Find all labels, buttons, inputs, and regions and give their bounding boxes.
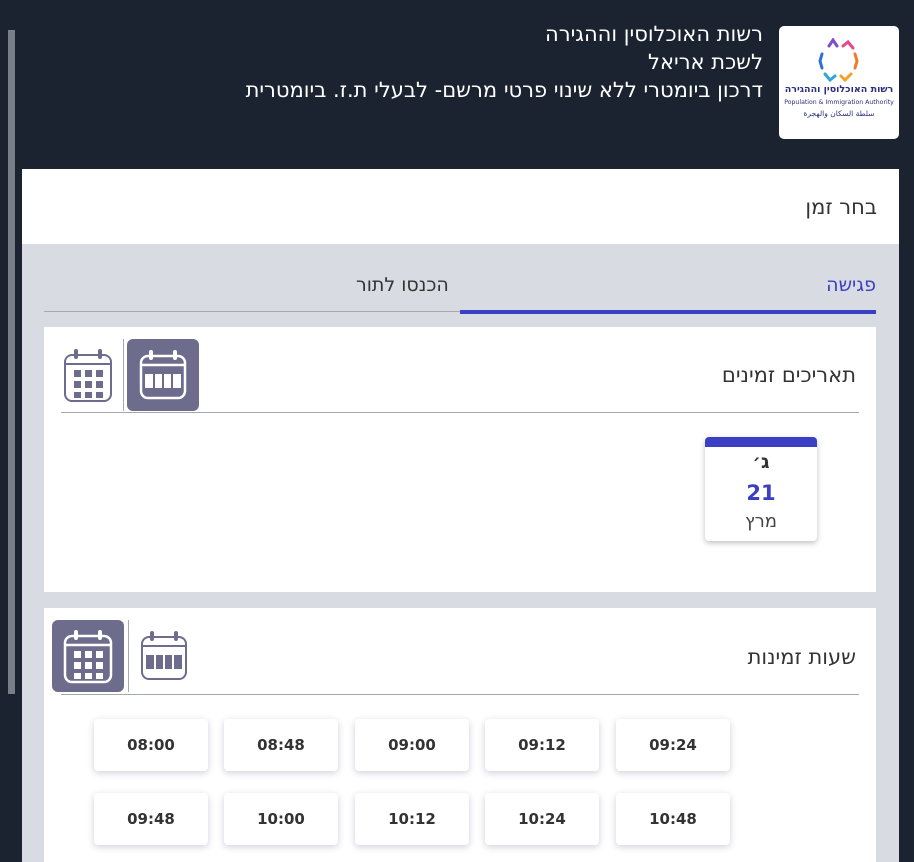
week-view-button[interactable] — [128, 620, 200, 692]
date-number: 21 — [746, 481, 776, 505]
tabs: פגישה הכנסו לתור — [44, 244, 876, 316]
time-slot[interactable]: 09:48 — [94, 793, 208, 845]
time-slot[interactable]: 09:24 — [616, 719, 730, 771]
header-titles: רשות האוכלוסין וההגירה לשכת אריאל דרכון … — [246, 20, 763, 104]
calendar-week-icon — [141, 631, 187, 680]
time-slot[interactable]: 10:48 — [616, 793, 730, 845]
date-month: מרץ — [744, 511, 778, 532]
time-slot[interactable]: 09:00 — [355, 719, 469, 771]
time-slot[interactable]: 08:00 — [94, 719, 208, 771]
available-dates-title: תאריכים זמינים — [721, 363, 856, 387]
tab-active-indicator — [460, 310, 876, 314]
calendar-grid-icon — [64, 349, 112, 402]
tab-join-queue[interactable]: הכנסו לתור — [356, 274, 449, 296]
month-view-button[interactable] — [52, 339, 124, 411]
choose-time-bar: בחר זמן — [22, 169, 899, 244]
time-slot[interactable]: 10:12 — [355, 793, 469, 845]
available-dates-card: תאריכים זמינים ג׳ 21 מרץ — [44, 327, 876, 592]
date-tile-accent — [705, 437, 817, 447]
date-option[interactable]: ג׳ 21 מרץ — [705, 437, 817, 541]
tab-meeting[interactable]: פגישה — [826, 274, 876, 296]
authority-name: רשות האוכלוסין וההגירה — [545, 22, 763, 46]
calendar-week-icon — [139, 350, 187, 400]
main-content: בחר זמן פגישה הכנסו לתור תאריכים זמינים — [22, 169, 899, 862]
month-view-button[interactable] — [52, 620, 124, 692]
hours-divider — [61, 694, 859, 695]
dates-divider — [61, 412, 859, 413]
logo-text-english: Population & Immigration Authority — [784, 99, 894, 106]
logo-text-hebrew: רשות האוכלוסין וההגירה — [784, 84, 894, 95]
time-slot[interactable]: 09:12 — [485, 719, 599, 771]
available-hours-card: שעות זמינות 09:24 09:12 09:00 08:48 08:0… — [44, 608, 876, 862]
authority-logo: רשות האוכלוסין וההגירה Population & Immi… — [779, 26, 899, 139]
logo-text-arabic: سلطة السكان والهجرة — [803, 109, 875, 118]
calendar-grid-icon — [63, 630, 113, 684]
page-title: בחר זמן — [805, 195, 877, 219]
date-day: ג׳ — [752, 451, 770, 473]
time-slot[interactable]: 10:24 — [485, 793, 599, 845]
header: רשות האוכלוסין וההגירה Population & Immi… — [0, 0, 914, 168]
office-name: לשכת אריאל — [648, 50, 763, 74]
star-logo-icon — [818, 38, 859, 83]
week-view-button[interactable] — [127, 339, 199, 411]
service-name: דרכון ביומטרי ללא שינוי פרטי מרשם- לבעלי… — [245, 78, 763, 102]
available-hours-title: שעות זמינות — [747, 645, 856, 669]
time-slot[interactable]: 08:48 — [224, 719, 338, 771]
time-slot[interactable]: 10:00 — [224, 793, 338, 845]
